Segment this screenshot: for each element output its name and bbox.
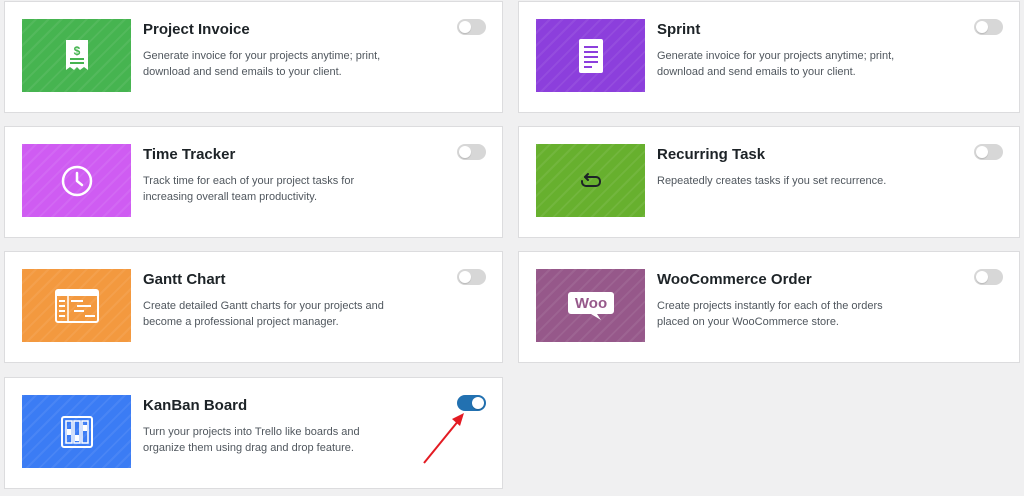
module-card-project-invoice: $ Project Invoice Generate invoice for y… <box>4 1 503 113</box>
svg-text:Woo: Woo <box>574 295 606 312</box>
woocommerce-order-toggle[interactable] <box>974 269 1003 285</box>
recurrence-icon <box>580 172 602 190</box>
module-description: Turn your projects into Trello like boar… <box>143 426 360 454</box>
time-tracker-toggle[interactable] <box>457 144 486 160</box>
toggle-knob <box>976 21 988 33</box>
module-card-time-tracker: Time Tracker Track time for each of your… <box>4 126 503 238</box>
module-thumbnail <box>536 144 645 217</box>
toggle-knob <box>472 397 484 409</box>
clock-icon <box>60 164 94 198</box>
kanban-board-icon <box>60 415 93 448</box>
toggle-knob <box>976 271 988 283</box>
module-thumbnail <box>536 19 645 92</box>
module-thumbnail: Woo <box>536 269 645 342</box>
module-thumbnail <box>22 144 131 217</box>
toggle-knob <box>976 146 988 158</box>
project-invoice-toggle[interactable] <box>457 19 486 35</box>
module-thumbnail <box>22 395 131 468</box>
toggle-knob <box>459 146 471 158</box>
kanban-board-toggle[interactable] <box>457 395 486 411</box>
module-card-recurring-task: Recurring Task Repeatedly creates tasks … <box>518 126 1020 238</box>
module-card-woocommerce-order: Woo WooCommerce Order Create projects in… <box>518 251 1020 363</box>
module-title: KanBan Board <box>143 397 248 414</box>
gantt-chart-icon <box>54 288 99 323</box>
sprint-toggle[interactable] <box>974 19 1003 35</box>
module-description: Create projects instantly for each of th… <box>657 300 883 328</box>
recurring-task-toggle[interactable] <box>974 144 1003 160</box>
invoice-icon: $ <box>64 39 90 73</box>
module-card-sprint: Sprint Generate invoice for your project… <box>518 1 1020 113</box>
module-thumbnail <box>22 269 131 342</box>
module-description: Create detailed Gantt charts for your pr… <box>143 300 384 328</box>
document-icon <box>578 38 604 74</box>
toggle-knob <box>459 21 471 33</box>
module-card-gantt-chart: Gantt Chart Create detailed Gantt charts… <box>4 251 503 363</box>
module-title: WooCommerce Order <box>657 271 812 288</box>
gantt-chart-toggle[interactable] <box>457 269 486 285</box>
toggle-knob <box>459 271 471 283</box>
module-description: Track time for each of your project task… <box>143 175 355 203</box>
module-title: Gantt Chart <box>143 271 226 288</box>
module-description: Repeatedly creates tasks if you set recu… <box>657 175 887 187</box>
svg-text:$: $ <box>73 44 80 58</box>
module-title: Project Invoice <box>143 21 250 38</box>
woo-logo-icon: Woo <box>567 291 615 321</box>
module-title: Recurring Task <box>657 146 766 163</box>
module-description: Generate invoice for your projects anyti… <box>143 50 381 78</box>
module-title: Sprint <box>657 21 701 38</box>
module-title: Time Tracker <box>143 146 236 163</box>
module-card-kanban-board: KanBan Board Turn your projects into Tre… <box>4 377 503 489</box>
module-thumbnail: $ <box>22 19 131 92</box>
module-description: Generate invoice for your projects anyti… <box>657 50 895 78</box>
